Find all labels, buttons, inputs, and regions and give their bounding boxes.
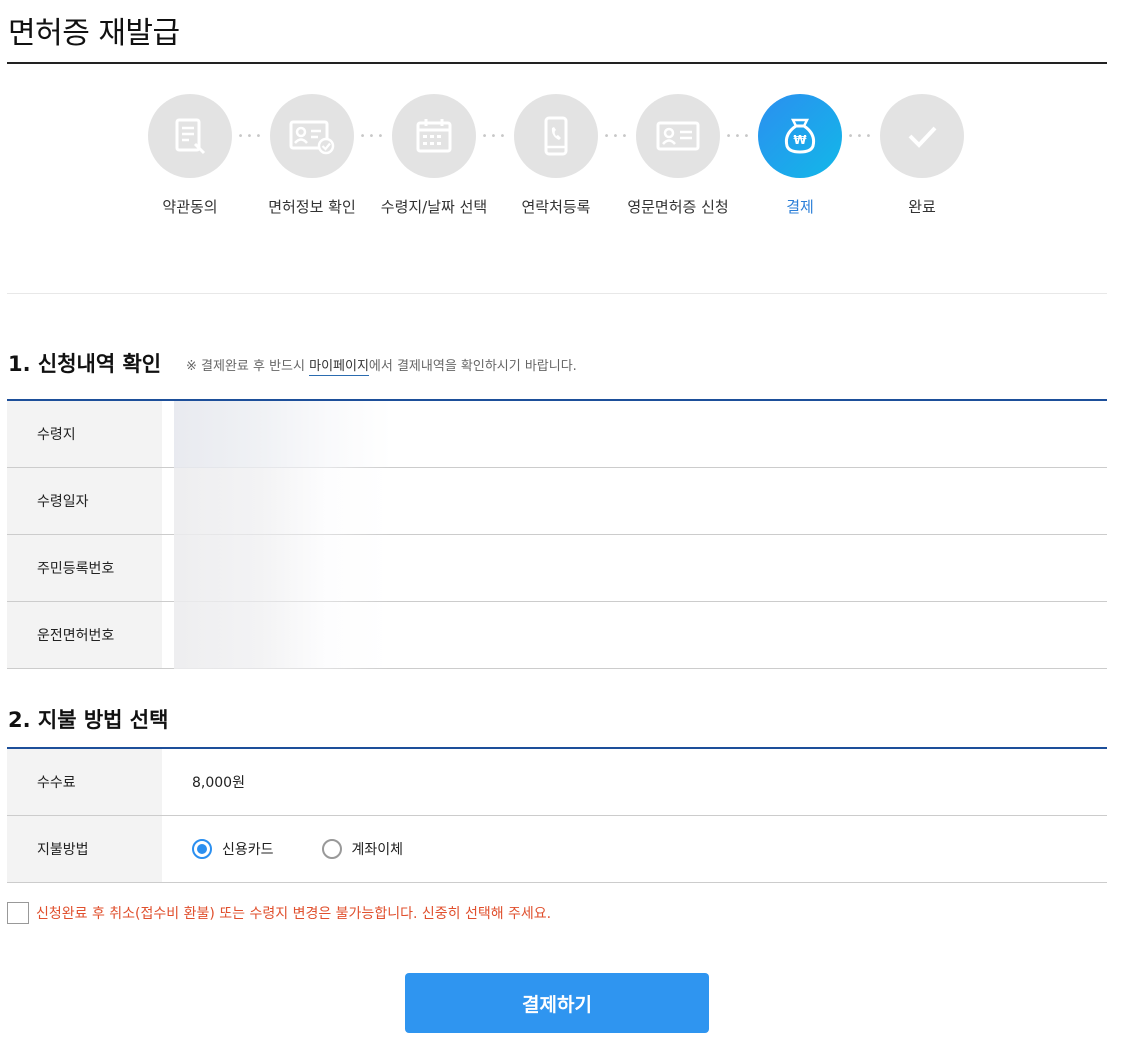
money-bag-won-icon: ₩ bbox=[758, 94, 842, 178]
agreement-text: 신청완료 후 취소(접수비 환불) 또는 수령지 변경은 불가능합니다. 신중히… bbox=[36, 906, 552, 922]
redacted-value bbox=[162, 534, 1107, 602]
table-row: 운전면허번호 bbox=[7, 601, 1107, 669]
radio-credit-card[interactable]: 신용카드 bbox=[192, 839, 274, 859]
radio-label: 신용카드 bbox=[222, 842, 274, 858]
radio-indicator[interactable] bbox=[192, 839, 212, 859]
fee-value: 8,000원 bbox=[192, 775, 245, 791]
step-label: 영문면허증 신청 bbox=[627, 198, 729, 216]
id-card-check-icon bbox=[270, 94, 354, 178]
agreement-checkbox[interactable] bbox=[7, 902, 29, 924]
table-row: 수수료 8,000원 bbox=[7, 749, 1107, 816]
pay-button[interactable]: 결제하기 bbox=[405, 973, 709, 1033]
step-complete: 완료 bbox=[862, 94, 982, 219]
redacted-value bbox=[162, 601, 1107, 669]
fee-label: 수수료 bbox=[7, 749, 162, 815]
agreement: 신청완료 후 취소(접수비 환불) 또는 수령지 변경은 불가능합니다. 신중히… bbox=[7, 902, 551, 924]
section-divider bbox=[7, 293, 1107, 294]
notice-suffix: 에서 결제내역을 확인하시기 바랍니다. bbox=[368, 359, 577, 374]
radio-indicator[interactable] bbox=[321, 839, 342, 859]
license-card-icon bbox=[636, 94, 720, 178]
row-label: 주민등록번호 bbox=[7, 535, 162, 601]
calendar-icon bbox=[392, 94, 476, 178]
step-label: 완료 bbox=[908, 198, 936, 216]
application-details-table: 수령지 수령일자 주민등록번호 운전면허번호 bbox=[7, 399, 1107, 669]
payment-method-options: 신용카드 계좌이체 bbox=[162, 816, 1107, 882]
step-license-info: 면허정보 확인 bbox=[252, 94, 372, 219]
check-icon bbox=[880, 94, 964, 178]
table-row: 주민등록번호 bbox=[7, 534, 1107, 602]
step-contact: 연락처등록 bbox=[496, 94, 616, 219]
svg-text:₩: ₩ bbox=[793, 133, 807, 147]
step-label: 면허정보 확인 bbox=[268, 198, 356, 216]
progress-steps: 약관동의 ••• 면허정보 확인 ••• 수령지/날짜 선택 ••• 연락처등록… bbox=[0, 94, 1126, 254]
step-payment: ₩ 결제 bbox=[740, 94, 860, 219]
table-row: 수령지 bbox=[7, 400, 1107, 468]
page-title: 면허증 재발급 bbox=[8, 16, 180, 51]
table-row: 지불방법 신용카드 계좌이체 bbox=[7, 816, 1107, 883]
row-label: 수령일자 bbox=[7, 468, 162, 534]
mypage-link[interactable]: 마이페이지 bbox=[309, 359, 369, 376]
table-row: 수령일자 bbox=[7, 467, 1107, 535]
row-label: 운전면허번호 bbox=[7, 602, 162, 668]
step-label: 연락처등록 bbox=[521, 198, 591, 216]
section-title-application: 1. 신청내역 확인 bbox=[8, 352, 162, 376]
step-label: 약관동의 bbox=[162, 198, 218, 216]
redacted-value bbox=[162, 467, 1107, 535]
document-pen-icon bbox=[148, 94, 232, 178]
phone-icon bbox=[514, 94, 598, 178]
radio-bank-transfer[interactable]: 계좌이체 bbox=[321, 839, 404, 859]
step-label: 수령지/날짜 선택 bbox=[380, 198, 488, 216]
step-english-license: 영문면허증 신청 bbox=[618, 94, 738, 219]
title-divider bbox=[7, 62, 1107, 64]
step-place-date: 수령지/날짜 선택 bbox=[374, 94, 494, 219]
step-terms: 약관동의 bbox=[130, 94, 250, 219]
row-label: 수령지 bbox=[7, 401, 162, 467]
radio-label: 계좌이체 bbox=[351, 842, 404, 858]
mypage-notice: ※ 결제완료 후 반드시 마이페이지에서 결제내역을 확인하시기 바랍니다. bbox=[186, 355, 577, 376]
notice-prefix: ※ 결제완료 후 반드시 bbox=[186, 359, 310, 374]
redacted-value bbox=[162, 400, 1107, 468]
step-label: 결제 bbox=[786, 198, 814, 216]
section-title-payment-method: 2. 지불 방법 선택 bbox=[8, 708, 169, 732]
payment-method-label: 지불방법 bbox=[7, 816, 162, 882]
payment-table: 수수료 8,000원 지불방법 신용카드 계좌이체 bbox=[7, 747, 1107, 883]
